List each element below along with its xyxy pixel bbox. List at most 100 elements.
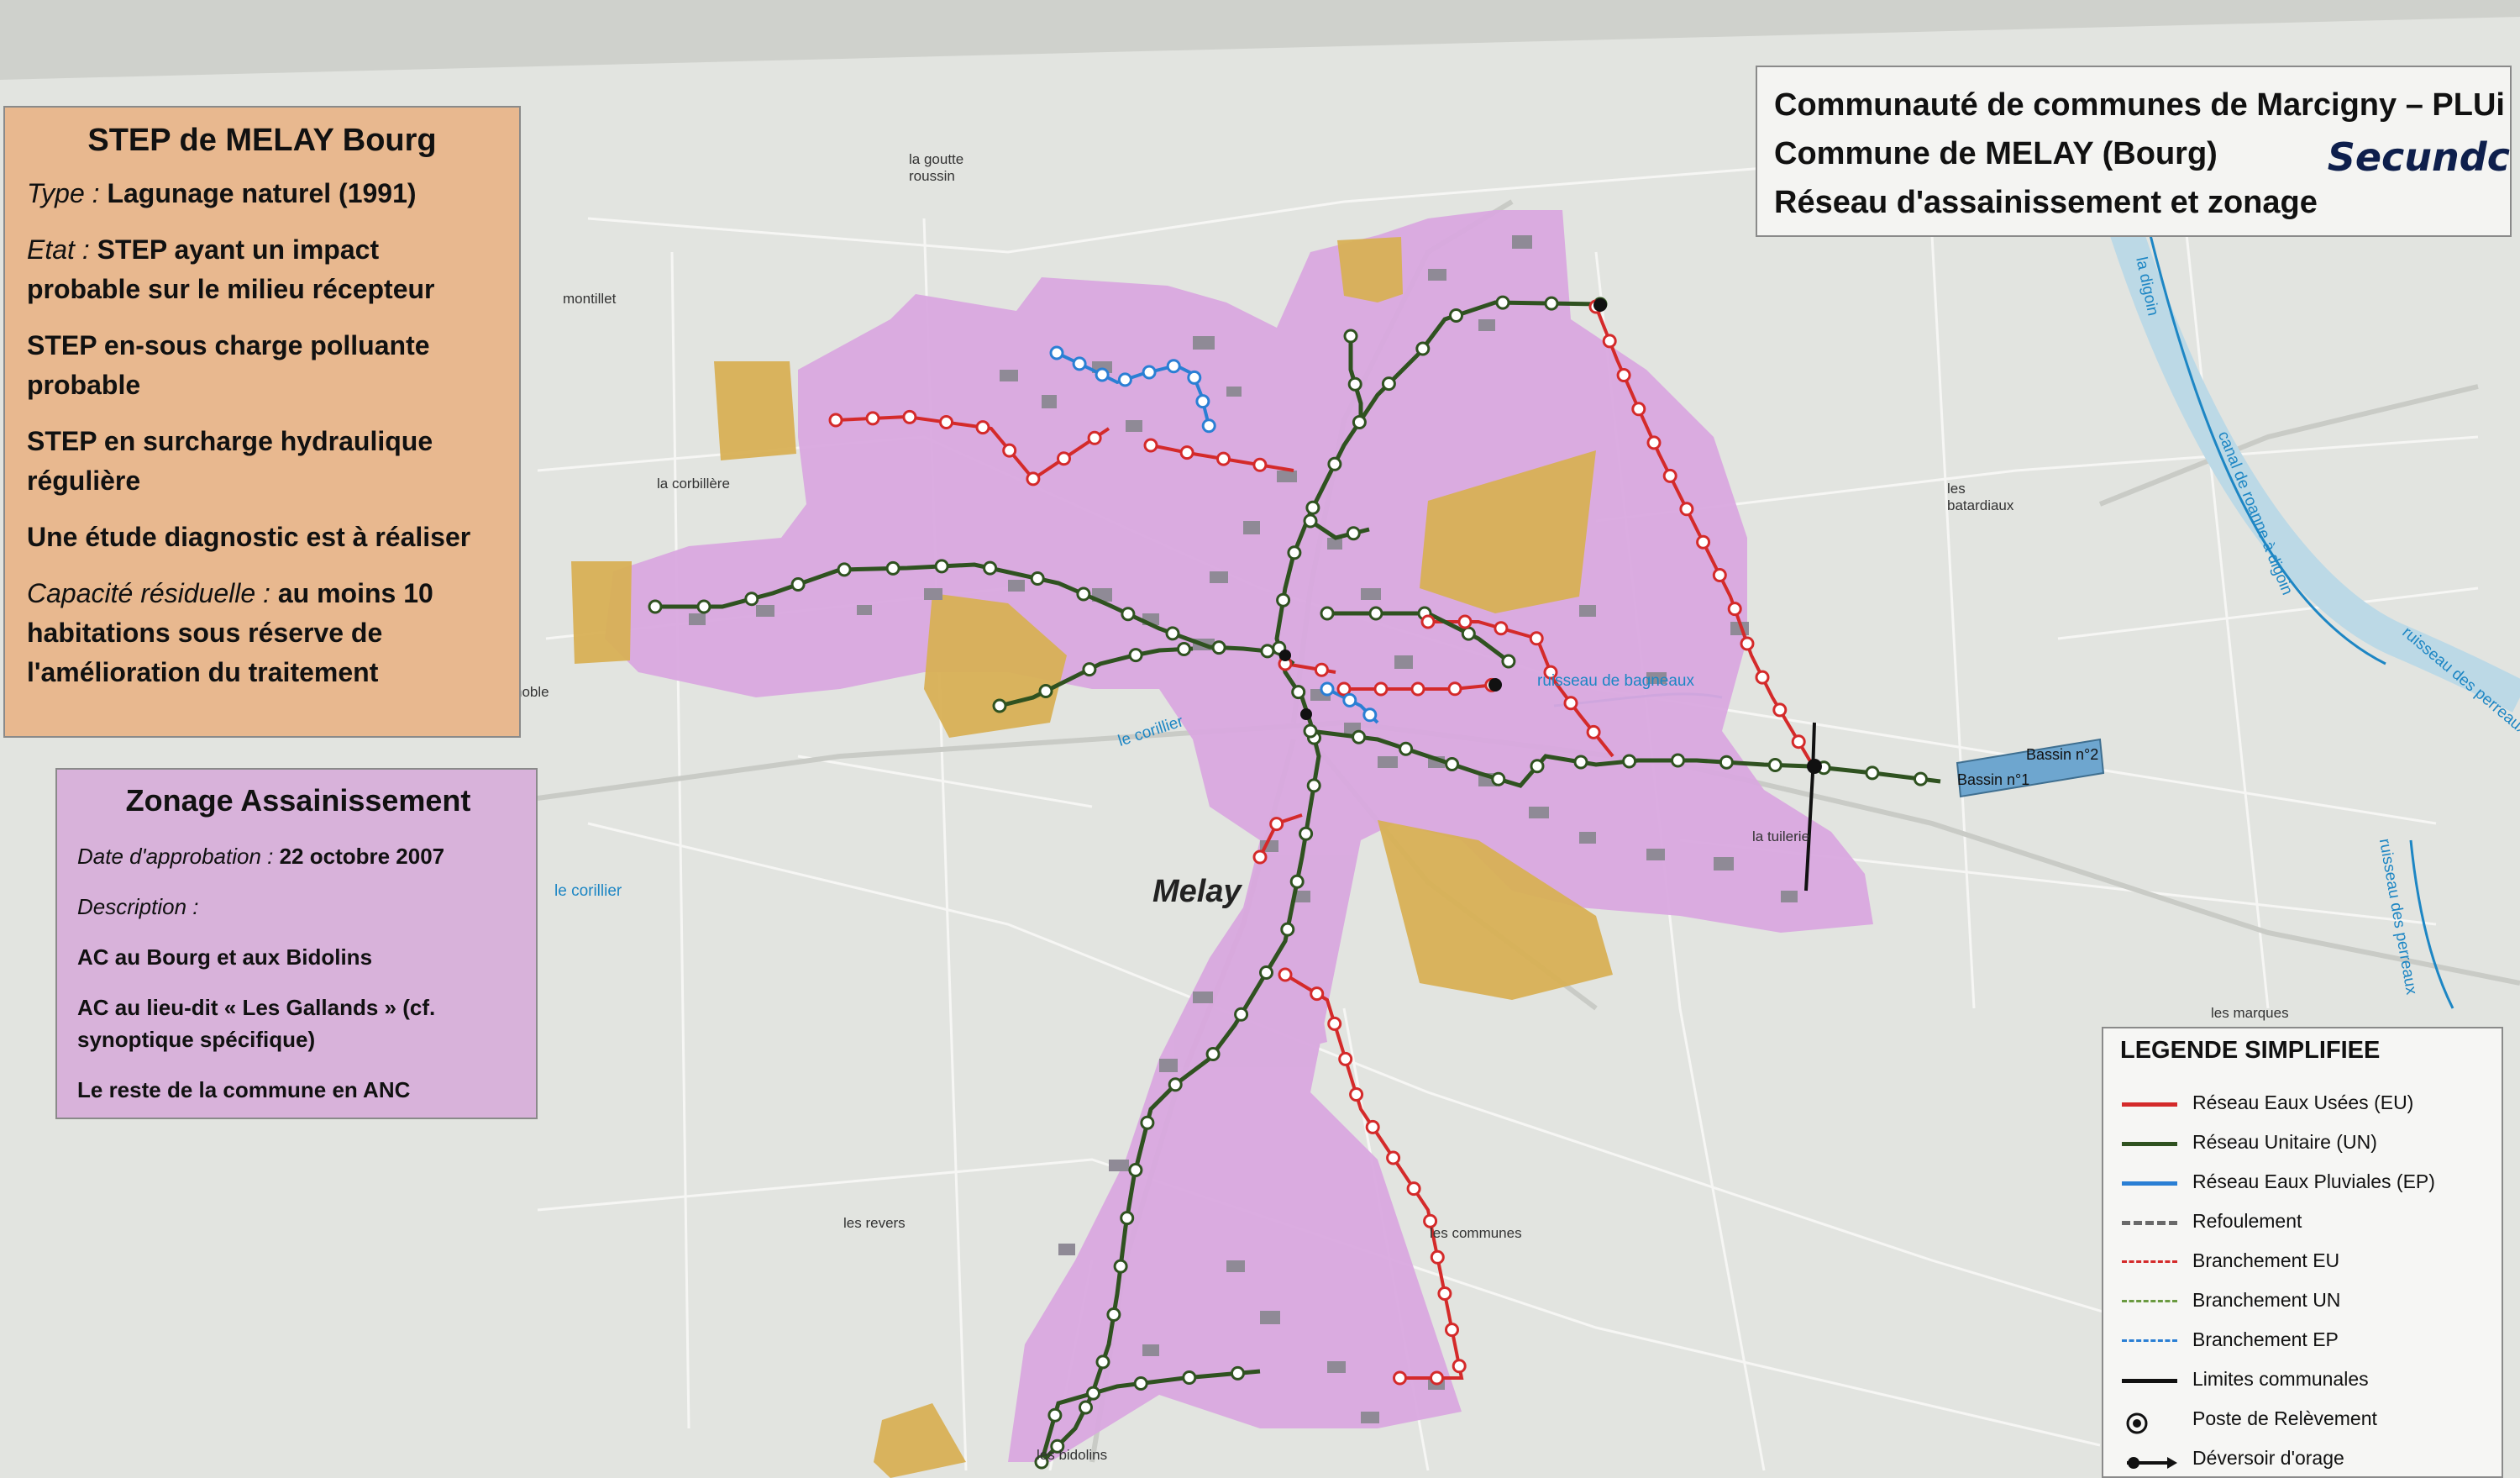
manhole-marker: [1327, 456, 1342, 471]
manhole-marker: [1563, 696, 1578, 711]
manhole-marker: [1072, 356, 1087, 371]
manhole-marker: [1030, 571, 1045, 586]
manhole-marker: [1420, 614, 1436, 629]
manhole-marker: [1177, 642, 1191, 656]
manhole-marker: [1430, 1249, 1445, 1265]
zonage-date: Date d'approbation : 22 octobre 2007: [77, 844, 445, 869]
place-les-revers: les revers: [843, 1215, 906, 1231]
manhole-marker: [1310, 986, 1325, 1002]
manhole-marker: [1026, 471, 1041, 487]
manhole-marker: [1406, 1181, 1421, 1197]
legend-item: Branchement EU: [2120, 1241, 2485, 1281]
manhole-marker: [1622, 754, 1637, 769]
manhole-marker: [1165, 626, 1180, 641]
manhole-marker: [1047, 1407, 1063, 1423]
manhole-marker: [1079, 1400, 1093, 1415]
manhole-marker: [1133, 1376, 1148, 1391]
manhole-marker: [1179, 445, 1194, 460]
legend-title: LEGENDE SIMPLIFIEE: [2120, 1037, 2381, 1064]
manhole-marker: [1216, 451, 1231, 466]
manhole-marker: [885, 560, 900, 576]
manhole-marker: [790, 577, 806, 592]
manhole-marker: [1234, 1007, 1249, 1022]
manhole-marker: [1586, 724, 1601, 739]
manhole-marker: [1914, 771, 1928, 786]
manhole-marker: [1305, 500, 1320, 515]
basin-1-label: Bassin n°1: [1957, 771, 2030, 788]
manhole-marker: [1121, 607, 1136, 622]
legend-swatch-eu: [2122, 1102, 2177, 1107]
manhole-marker: [1445, 757, 1460, 771]
manhole-marker: [983, 560, 998, 576]
manhole-marker: [1445, 1323, 1459, 1338]
legend-item: Poste de Relèvement: [2120, 1399, 2485, 1439]
manhole-marker: [1252, 457, 1268, 472]
lift-station-icon: [2126, 1412, 2148, 1433]
manhole-marker: [1327, 1016, 1342, 1031]
manhole-marker: [1646, 435, 1662, 450]
manhole-marker: [1712, 568, 1727, 582]
zonage-item: AC au Bourg et aux Bidolins: [77, 944, 373, 970]
manhole-marker: [1529, 631, 1544, 646]
manhole-marker: [1117, 372, 1132, 387]
manhole-marker: [1320, 606, 1335, 621]
manhole-marker: [1679, 502, 1694, 517]
manhole-marker: [1447, 681, 1462, 697]
manhole-marker: [1128, 1163, 1143, 1177]
manhole-marker: [1767, 758, 1782, 772]
manhole-marker: [939, 415, 953, 429]
place-les-marques: les marques: [2211, 1005, 2289, 1021]
zonage-title: Zonage Assainissement: [125, 783, 471, 818]
legend-item: Réseau Unitaire (UN): [2120, 1123, 2485, 1162]
step-sous-charge: STEP en-sous charge polluante probable: [27, 330, 430, 400]
manhole-marker: [1671, 753, 1685, 768]
manhole-marker: [1457, 614, 1473, 629]
manhole-marker: [934, 559, 949, 574]
manhole-marker: [1087, 430, 1102, 445]
manhole-marker: [837, 562, 852, 577]
manhole-marker: [1336, 681, 1352, 697]
manhole-marker: [1410, 681, 1425, 697]
manhole-marker: [1299, 826, 1314, 841]
manhole-marker: [1342, 692, 1357, 707]
manhole-marker: [1352, 729, 1367, 744]
manhole-marker: [1865, 765, 1880, 781]
manhole-marker: [1269, 817, 1284, 832]
step-title: STEP de MELAY Bourg: [87, 123, 437, 158]
manhole-marker: [1772, 702, 1788, 718]
legend-item: Réseau Eaux Usées (EU): [2120, 1083, 2485, 1123]
manhole-marker: [1231, 1365, 1245, 1381]
place-les-batardiaux: les batardiaux: [1947, 481, 2014, 513]
manhole-marker: [1727, 602, 1742, 617]
manhole-marker: [1368, 606, 1383, 621]
manhole-marker: [744, 592, 759, 607]
manhole-marker: [1113, 1259, 1128, 1274]
manhole-marker: [1449, 308, 1463, 323]
manhole-marker: [1719, 755, 1734, 770]
manhole-marker: [1495, 295, 1510, 310]
place-la-corbillere: la corbillère: [657, 476, 730, 492]
manhole-marker: [1287, 545, 1302, 560]
manhole-marker: [1399, 741, 1414, 756]
legend-item: Déversoir d'orage: [2120, 1439, 2485, 1478]
manhole-marker: [1338, 1051, 1353, 1066]
manhole-marker: [1365, 1119, 1380, 1134]
manhole-marker: [1430, 1370, 1444, 1386]
manhole-marker: [1616, 368, 1631, 382]
manhole-marker: [1437, 1286, 1452, 1301]
manhole-marker: [1128, 648, 1143, 663]
manhole-marker: [1260, 644, 1275, 659]
manhole-marker: [1002, 443, 1017, 458]
title-line-1: Communauté de communes de Marcigny – PLU…: [1774, 87, 2505, 123]
zonage-description-label: Description :: [77, 894, 199, 919]
manhole-marker: [865, 411, 880, 426]
manhole-marker: [1381, 376, 1396, 392]
manhole-marker: [1211, 640, 1226, 655]
legend-swatch-branch-un: [2122, 1299, 2177, 1302]
company-logo: Secundc: [2327, 134, 2510, 180]
manhole-marker: [1314, 662, 1329, 677]
manhole-marker: [1461, 626, 1476, 641]
legend-swatch-branch-eu: [2122, 1260, 2177, 1263]
manhole-marker: [1393, 1370, 1407, 1386]
step-capacite: Capacité résiduelle : au moins 10 habita…: [27, 578, 433, 687]
